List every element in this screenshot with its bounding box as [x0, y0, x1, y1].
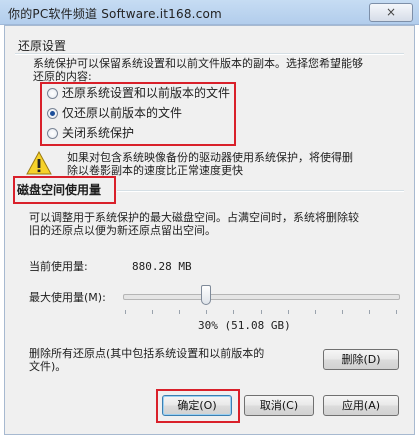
slider-tick	[314, 310, 316, 314]
slider-tick	[206, 310, 208, 314]
max-usage-value: 30% (51.08 GB)	[198, 319, 291, 332]
slider-tick	[152, 310, 154, 314]
disk-usage-section-title: 磁盘空间使用量	[17, 183, 102, 197]
radio-turn-off-protection[interactable]	[47, 128, 58, 139]
disk-usage-description-line2: 旧的还原点以便为新还原点留出空间。	[29, 224, 216, 237]
ok-button[interactable]: 确定(O)	[162, 395, 232, 416]
apply-button[interactable]: 应用(A)	[323, 395, 399, 416]
slider-tick	[233, 310, 235, 314]
current-usage-label: 当前使用量:	[29, 260, 88, 273]
warning-text-line1: 如果对包含系统映像备份的驱动器使用系统保护，将使得删	[67, 151, 353, 164]
max-usage-label: 最大使用量(M):	[29, 291, 106, 304]
restore-settings-group-label: 还原设置	[18, 39, 67, 53]
option-label-turn-off-protection[interactable]: 关闭系统保护	[62, 126, 134, 140]
option-label-restore-settings-and-files[interactable]: 还原系统设置和以前版本的文件	[62, 86, 230, 100]
delete-button[interactable]: 删除(D)	[323, 349, 399, 370]
max-usage-slider-thumb[interactable]	[200, 285, 211, 305]
slider-tick	[179, 310, 181, 314]
current-usage-value: 880.28 MB	[132, 260, 192, 273]
radio-restore-settings-and-files[interactable]	[47, 88, 58, 99]
slider-tick	[260, 310, 262, 314]
slider-tick	[341, 310, 343, 314]
slider-tick	[125, 310, 126, 314]
slider-tick	[287, 310, 289, 314]
restore-description-line1: 系统保护可以保留系统设置和以前文件版本的副本。选择您希望能够	[33, 57, 363, 70]
disk-usage-description-line1: 可以调整用于系统保护的最大磁盘空间。占满空间时，系统将删除较	[29, 211, 359, 224]
slider-tick	[368, 310, 370, 314]
max-usage-slider-track[interactable]	[123, 294, 400, 300]
radio-restore-files-only[interactable]	[47, 108, 58, 119]
title-bar: 你的PC软件频道 Software.it168.com ×	[0, 0, 419, 25]
warning-icon	[26, 151, 52, 175]
delete-description-line2: 文件)。	[29, 360, 67, 373]
dialog-body: 还原设置 系统保护可以保留系统设置和以前文件版本的副本。选择您希望能够 还原的内…	[4, 25, 415, 435]
section-divider	[117, 190, 404, 192]
close-button[interactable]: ×	[369, 3, 413, 22]
delete-description-line1: 删除所有还原点(其中包括系统设置和以前版本的	[29, 347, 265, 360]
slider-tick	[396, 310, 397, 314]
option-label-restore-files-only[interactable]: 仅还原以前版本的文件	[62, 106, 182, 120]
cancel-button[interactable]: 取消(C)	[244, 395, 314, 416]
window-title: 你的PC软件频道 Software.it168.com	[8, 7, 222, 21]
group-divider	[15, 53, 404, 55]
